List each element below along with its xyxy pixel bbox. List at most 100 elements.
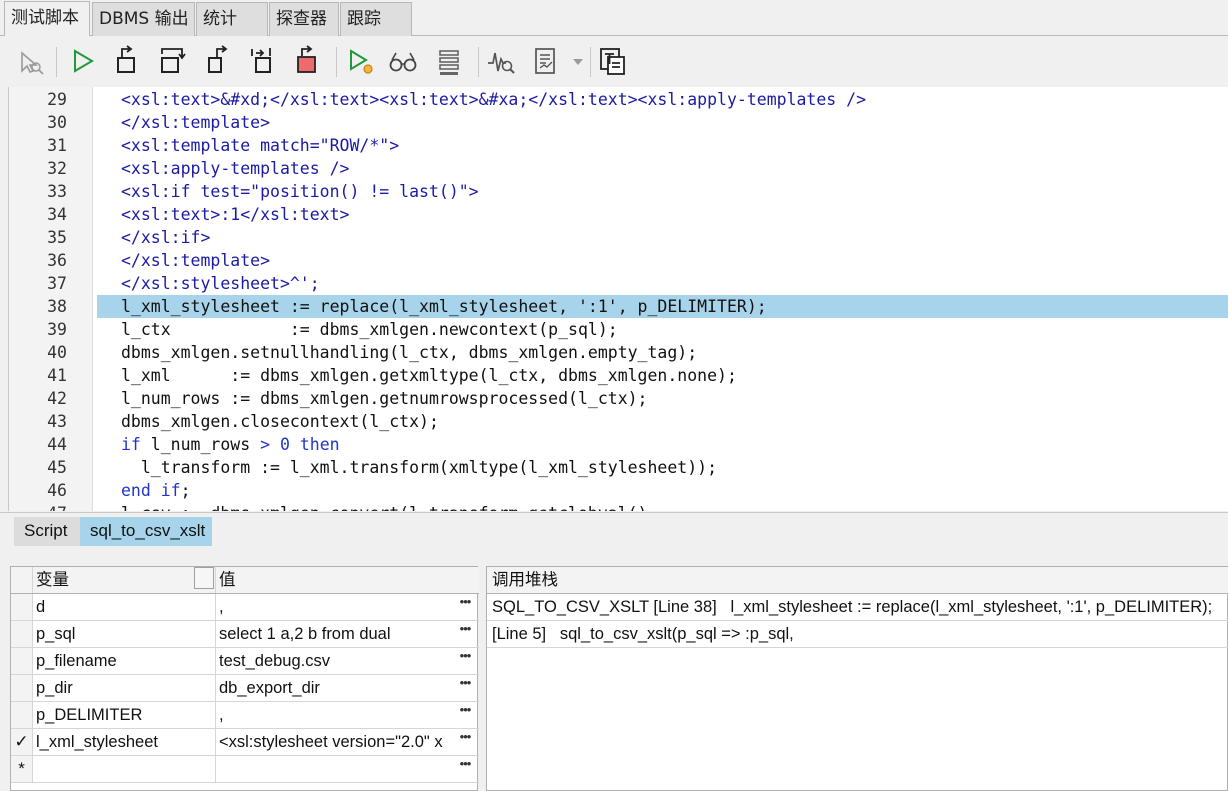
row-indicator [11,648,33,674]
variable-row[interactable]: p_DELIMITER, ••• [11,702,479,729]
code-line[interactable]: 30 </xsl:template> [9,111,1228,134]
variable-value[interactable]: select 1 a,2 b from dual [219,621,453,647]
code-text: </xsl:template> [121,251,271,270]
tab-dbms-output[interactable]: DBMS 输出 [92,2,195,36]
ellipsis-button[interactable]: ••• [455,622,475,640]
column-resize-handle[interactable] [194,567,214,589]
variable-name[interactable]: p_sql [36,621,216,647]
code-line[interactable]: 46 end if; [9,479,1228,502]
code-line[interactable]: 33 <xsl:if test="position() != last()"> [9,180,1228,203]
variable-row[interactable]: ✓ l_xml_stylesheet <xsl:stylesheet version… [11,729,479,756]
tab-statistics[interactable]: 统计 [196,2,268,36]
call-stack-row[interactable]: [Line 5] sql_to_csv_xslt(p_sql => :p_sql… [487,621,1228,648]
variable-name[interactable]: p_DELIMITER [36,702,216,728]
variable-value[interactable]: , [219,702,453,728]
tab-script[interactable]: Script [14,517,82,546]
code-text: <xsl:text>:1</xsl:text> [121,205,350,224]
call-stack-row[interactable]: SQL_TO_CSV_XSLT [Line 38] l_xml_styleshe… [487,594,1228,621]
tab-test-script[interactable]: 测试脚本 [4,1,90,36]
run-to-exception-icon[interactable] [248,45,278,77]
variable-name[interactable]: p_dir [36,675,216,701]
code-line[interactable]: 43 dbms_xmlgen.closecontext(l_ctx); [9,410,1228,433]
variable-row[interactable]: * ••• [11,756,479,783]
code-line[interactable]: 37 </xsl:stylesheet>^'; [9,272,1228,295]
column-header-value[interactable]: 值 [219,567,453,593]
variable-name[interactable]: p_filename [36,648,216,674]
code-line[interactable]: 41 l_xml := dbms_xmlgen.getxmltype(l_ctx,… [9,364,1228,387]
code-line[interactable]: 39 l_ctx := dbms_xmlgen.newcontext(p_sql)… [9,318,1228,341]
code-text: end if; [121,481,191,500]
code-text: dbms_xmlgen.setnullhandling(l_ctx, dbms_… [121,343,698,362]
ellipsis-button[interactable]: ••• [455,649,475,667]
line-number: 44 [47,435,67,454]
column-divider [215,648,216,674]
code-line[interactable]: 40 dbms_xmlgen.setnullhandling(l_ctx, dbm… [9,341,1228,364]
variables-grid: 变量 值 d, ••• p_sql select 1 a,2 b from dual •… [10,566,479,791]
code-text: </xsl:stylesheet>^'; [121,274,320,293]
variable-value[interactable]: <xsl:stylesheet version="2.0" x [219,729,453,755]
ellipsis-button[interactable]: ••• [455,703,475,721]
code-line[interactable]: 31 <xsl:template match="ROW/*"> [9,134,1228,157]
step-out-icon[interactable] [203,45,233,77]
editor-subtabs: Script sql_to_csv_xslt [0,512,1228,546]
tab-sql-to-csv-xslt[interactable]: sql_to_csv_xslt [80,517,212,546]
ellipsis-button[interactable]: ••• [455,757,475,775]
run-icon[interactable] [68,45,98,77]
variable-row[interactable]: p_sql select 1 a,2 b from dual ••• [11,621,479,648]
search-debug-icon[interactable] [16,45,46,77]
ellipsis-button[interactable]: ••• [455,730,475,748]
row-indicator [11,621,33,647]
column-header-variable[interactable]: 变量 [36,567,216,593]
variable-row[interactable]: p_dir db_export_dir ••• [11,675,479,702]
code-line[interactable]: 29 <xsl:text>&#xd;</xsl:text><xsl:text>&#… [9,88,1228,111]
debug-window: 测试脚本 DBMS 输出 统计 探查器 跟踪 29 <xsl:text>&#xd… [0,0,1228,791]
code-line[interactable]: 32 <xsl:apply-templates /> [9,157,1228,180]
code-line[interactable]: 38 l_xml_stylesheet := replace(l_xml_styl… [9,295,1228,318]
line-number: 29 [47,90,67,109]
code-text: l_transform := l_xml.transform(xmltype(l… [121,458,718,477]
watch-icon[interactable] [388,45,418,77]
step-over-icon[interactable] [158,45,188,77]
variable-value[interactable]: db_export_dir [219,675,453,701]
row-indicator [11,675,33,701]
variable-name[interactable]: l_xml_stylesheet [36,729,216,755]
code-line[interactable]: 47 l_csv := dbms_xmlgen.convert(l_transfo… [9,502,1228,511]
variable-value[interactable]: test_debug.csv [219,648,453,674]
template-icon[interactable] [598,45,628,77]
column-divider [215,702,216,728]
stack-list-icon[interactable] [434,45,464,77]
line-number: 41 [47,366,67,385]
variable-name[interactable]: d [36,594,216,620]
tab-profiler[interactable]: 探查器 [269,2,339,36]
debug-toolbar [0,37,1228,87]
code-line[interactable]: 44 if l_num_rows > 0 then [9,433,1228,456]
toolbar-separator [56,47,57,77]
code-line[interactable]: 34 <xsl:text>:1</xsl:text> [9,203,1228,226]
code-line[interactable]: 36 </xsl:template> [9,249,1228,272]
code-text: l_ctx := dbms_xmlgen.newcontext(p_sql); [121,320,618,339]
report-icon[interactable] [532,45,562,77]
code-line[interactable]: 35 </xsl:if> [9,226,1228,249]
profile-icon[interactable] [486,45,516,77]
variable-row[interactable]: p_filename test_debug.csv ••• [11,648,479,675]
code-text: <xsl:apply-templates /> [121,159,350,178]
stop-icon[interactable] [292,45,322,77]
variable-row[interactable]: d, ••• [11,594,479,621]
variable-value[interactable]: , [219,594,453,620]
toolbar-separator [590,47,591,77]
run-config-icon[interactable] [346,45,376,77]
line-number: 38 [47,297,67,316]
ellipsis-button[interactable]: ••• [455,676,475,694]
code-line[interactable]: 42 l_num_rows := dbms_xmlgen.getnumrowspr… [9,387,1228,410]
line-number: 40 [47,343,67,362]
code-editor[interactable]: 29 <xsl:text>&#xd;</xsl:text><xsl:text>&#… [8,87,1228,511]
step-into-icon[interactable] [112,45,142,77]
code-text: l_csv := dbms_xmlgen.convert(l_transform… [121,502,648,511]
line-number: 47 [9,502,67,511]
ellipsis-button[interactable]: ••• [455,595,475,613]
dropdown-arrow-icon[interactable] [570,45,586,77]
code-line[interactable]: 45 l_transform := l_xml.transform(xmltyp… [9,456,1228,479]
tab-trace[interactable]: 跟踪 [340,2,412,36]
call-stack-panel: 调用堆栈 SQL_TO_CSV_XSLT [Line 38] l_xml_sty… [486,566,1228,791]
code-text: l_xml_stylesheet := replace(l_xml_styles… [121,297,767,316]
